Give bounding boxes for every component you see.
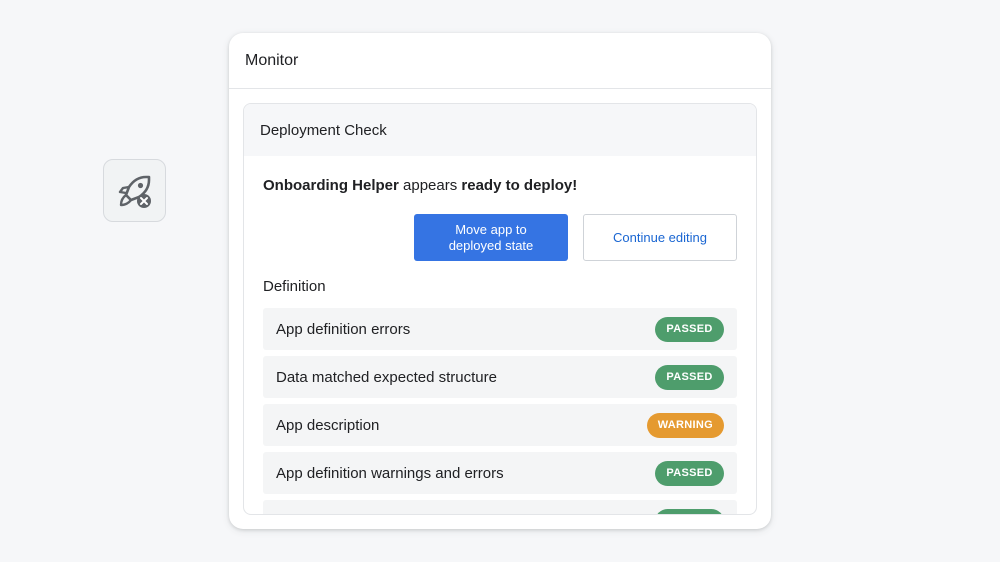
status-badge bbox=[655, 508, 724, 514]
app-name: Onboarding Helper bbox=[263, 177, 399, 194]
status-badge: PASSED bbox=[655, 316, 724, 342]
continue-editing-button[interactable]: Continue editing bbox=[583, 214, 737, 261]
status-connector: appears bbox=[398, 177, 462, 194]
move-to-deployed-button[interactable]: Move app to deployed state bbox=[414, 214, 568, 261]
check-row[interactable]: Data matched expected structure PASSED bbox=[263, 356, 737, 398]
check-row[interactable] bbox=[263, 500, 737, 514]
check-row[interactable]: App description WARNING bbox=[263, 404, 737, 446]
check-label: App definition errors bbox=[276, 320, 411, 338]
deploy-state: ready to deploy! bbox=[461, 177, 578, 194]
definition-check-list: App definition errors PASSED Data matched … bbox=[263, 308, 737, 514]
status-badge: WARNING bbox=[646, 412, 724, 438]
status-badge: PASSED bbox=[655, 364, 724, 390]
rocket-error-icon bbox=[118, 175, 151, 208]
deployment-check-card: Deployment Check Onboarding Helper appea… bbox=[243, 103, 757, 515]
definition-heading: Definition bbox=[263, 278, 326, 295]
deployment-check-title: Deployment Check bbox=[244, 104, 756, 156]
check-row[interactable]: App definition warnings and errors PASSED bbox=[263, 452, 737, 494]
deployment-check-body: Onboarding Helper appears ready to deplo… bbox=[244, 177, 756, 514]
check-label: App definition warnings and errors bbox=[276, 464, 504, 482]
rocket-icon-tile[interactable] bbox=[103, 159, 166, 222]
monitor-panel: Monitor Deployment Check Onboarding Help… bbox=[229, 33, 771, 529]
panel-title: Monitor bbox=[229, 33, 771, 89]
deploy-actions: Move app to deployed state Continue edit… bbox=[263, 214, 737, 261]
check-label: Data matched expected structure bbox=[276, 368, 497, 386]
check-row[interactable]: App definition errors PASSED bbox=[263, 308, 737, 350]
check-label: App description bbox=[276, 416, 380, 434]
deploy-status-message: Onboarding Helper appears ready to deplo… bbox=[263, 177, 737, 195]
status-badge: PASSED bbox=[655, 460, 724, 486]
